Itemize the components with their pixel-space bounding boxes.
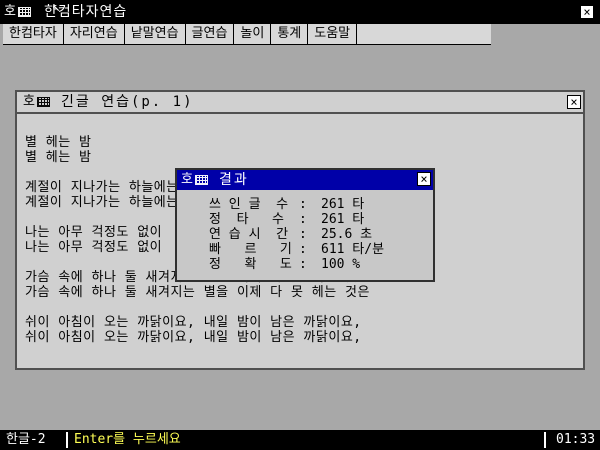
practice-window-close-button[interactable]: × (567, 95, 581, 109)
app-icon[interactable]: 호 (4, 4, 31, 20)
stat-label: 정 확 도 (209, 257, 292, 272)
menu-item[interactable]: 낱말연습 (125, 24, 186, 44)
menu-item[interactable]: 자리연습 (64, 24, 125, 44)
menu-item[interactable]: 놀이 (234, 24, 272, 44)
practice-window-title: 긴글 연습(p. 1) (61, 94, 194, 110)
stat-row: 연 습 시 간:25.6 초 (209, 228, 372, 242)
stat-value: 611 타/분 (321, 242, 385, 257)
stat-label: 쓰 인 글 수 (209, 197, 289, 212)
practice-line: 계절이 지나가는 하늘에는 (25, 180, 179, 195)
stat-value: 25.6 초 (321, 227, 373, 242)
practice-line: 쉬이 아침이 오는 까닭이요, 내일 밤이 남은 까닭이요, (25, 330, 362, 345)
practice-line: 나는 아무 걱정도 없이 (25, 225, 163, 240)
result-dialog: 호 결과 × 쓰 인 글 수:261 타정 타 수:261 타연 습 시 간:2… (175, 168, 435, 282)
stat-colon: : (299, 242, 307, 257)
stat-label: 정 타 수 (209, 212, 285, 227)
input-mode-indicator: 한글-2 (6, 432, 46, 447)
stat-row: 쓰 인 글 수:261 타 (209, 198, 364, 212)
menu-item[interactable]: 통계 (271, 24, 309, 44)
keyboard-icon (194, 175, 208, 185)
stat-value: 261 타 (321, 197, 365, 212)
practice-window-titlebar: 호 긴글 연습(p. 1) × (17, 92, 583, 114)
practice-line: 계절이 지나가는 하늘에는 (25, 195, 179, 210)
menu-bar: 한컴타자 자리연습 낱말연습 글연습 놀이 통계 도움말 (3, 24, 491, 45)
hangul-ho-icon: 호 (23, 94, 35, 109)
keyboard-icon (36, 97, 50, 107)
stat-value: 261 타 (321, 212, 365, 227)
result-dialog-close-button[interactable]: × (417, 172, 431, 186)
menu-item[interactable]: 글연습 (186, 24, 235, 44)
stat-colon: : (299, 227, 307, 242)
stat-colon: : (299, 257, 307, 272)
stat-label: 빠 르 기 (209, 242, 292, 257)
result-dialog-icon[interactable]: 호 (181, 172, 208, 188)
app-titlebar: 호 한컴타자연습 ↖ × (0, 0, 600, 24)
status-bar: 한글-2 Enter를 누르세요 01:33 (0, 430, 600, 450)
hangul-ho-icon: 호 (181, 172, 193, 187)
status-message: Enter를 누르세요 (74, 432, 181, 447)
menu-item[interactable]: 한컴타자 (3, 24, 64, 44)
menu-item[interactable]: 도움말 (308, 24, 358, 44)
practice-line: 나는 아무 걱정도 없이 (25, 240, 163, 255)
status-clock: 01:33 (556, 432, 596, 447)
status-separator (544, 432, 546, 448)
practice-line: 별 헤는 밤 (25, 150, 92, 165)
stat-row: 정 타 수:261 타 (209, 213, 364, 227)
stat-row: 빠 르 기:611 타/분 (209, 243, 384, 257)
result-dialog-title: 결과 (219, 172, 249, 188)
stat-colon: : (299, 197, 307, 212)
result-dialog-titlebar: 호 결과 × (177, 170, 433, 190)
practice-line: 쉬이 아침이 오는 까닭이요, 내일 밤이 남은 까닭이요, (25, 315, 362, 330)
practice-line: 가슴 속에 하나 둘 새겨지는 별을 이제 다 못 헤는 것은 (25, 285, 370, 300)
stat-label: 연 습 시 간 (209, 227, 289, 242)
keyboard-icon (17, 7, 31, 17)
practice-line: 별 헤는 밤 (25, 135, 92, 150)
stat-value: 100 % (321, 257, 361, 272)
stat-row: 정 확 도:100 % (209, 258, 360, 272)
app-close-button[interactable]: × (580, 5, 594, 19)
mouse-pointer-icon: ↖ (52, 0, 61, 15)
practice-window-icon[interactable]: 호 (23, 94, 50, 110)
stat-colon: : (299, 212, 307, 227)
hangul-ho-icon: 호 (4, 4, 16, 19)
status-separator (66, 432, 68, 448)
